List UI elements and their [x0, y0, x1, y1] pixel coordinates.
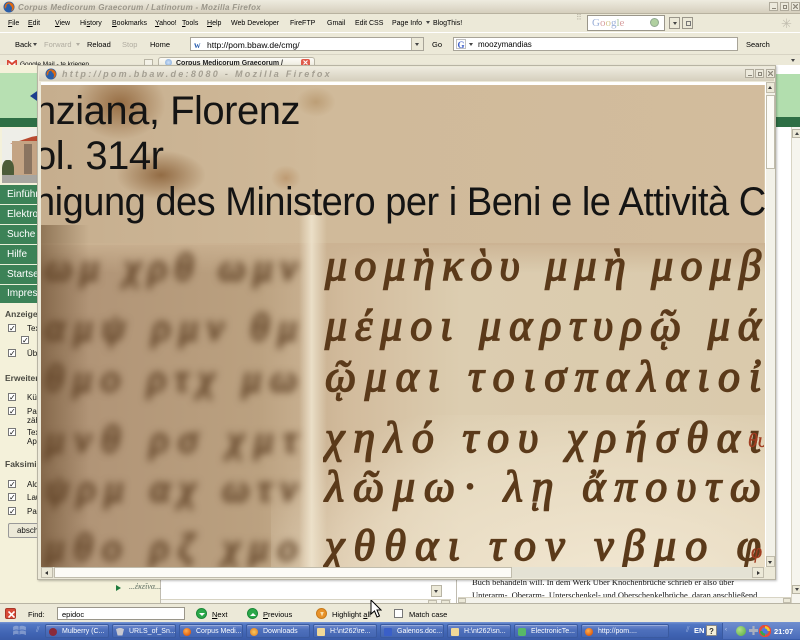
svg-text:λῶμω· λῃ ἄπουτω: λῶμω· λῃ ἄπουτω [323, 462, 761, 511]
svg-text:μέμοι μαρτυρῷ μά: μέμοι μαρτυρῷ μά [324, 301, 762, 350]
svg-text:θυ: θυ [748, 430, 764, 452]
svg-text:ῷμαι τοισπαλαιοἰ: ῷμαι τοισπαλαιοἰ [325, 352, 761, 401]
svg-text:θμο ρτχ μω: θμο ρτχ μω [45, 358, 297, 400]
svg-text:ψρμ αχ ωτν: ψρμ αχ ωτν [45, 468, 297, 510]
svg-text:φ: φ [751, 541, 762, 563]
svg-text:ωμ χρθ ωμν: ωμ χρθ ωμν [45, 247, 297, 289]
svg-text:χηλό του χρήσθαι: χηλό του χρήσθαι [323, 413, 761, 462]
svg-text:w: w [194, 40, 201, 49]
svg-text:χθθαι τον νβμο φ: χθθαι τον νβμο φ [323, 521, 761, 567]
svg-text:μομὴκὸυ μμὴ μομβ: μομὴκὸυ μμὴ μομβ [324, 241, 761, 290]
svg-text:αμψ ρμν θμ: αμψ ρμν θμ [45, 307, 297, 349]
svg-text:μθο ρζ χμο: μθο ρζ χμο [44, 527, 297, 567]
svg-text:μνθ ρσ χμτ: μνθ ρσ χμτ [44, 419, 298, 461]
